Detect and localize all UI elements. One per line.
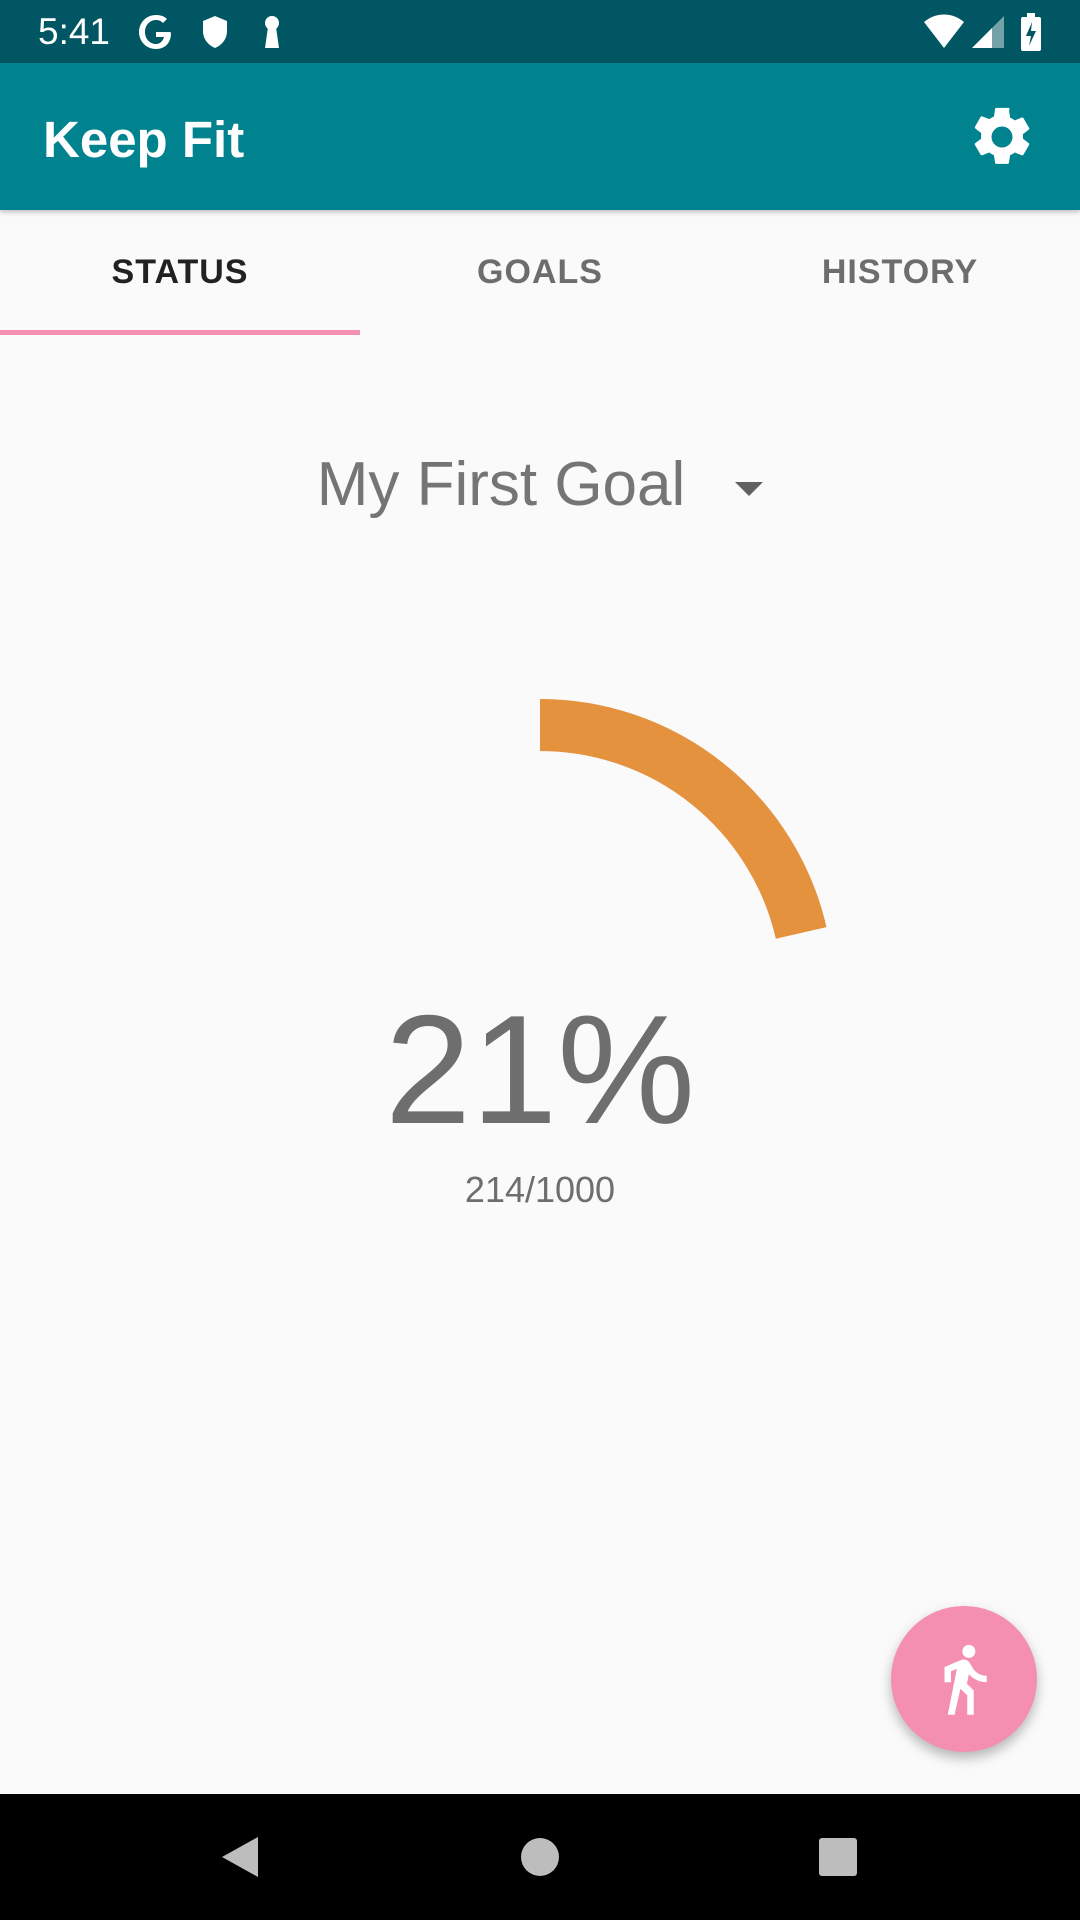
tab-goals[interactable]: GOALS [360,210,720,335]
home-button[interactable] [500,1822,580,1892]
progress-arc [539,699,827,940]
tab-history[interactable]: HISTORY [720,210,1080,335]
progress-percent: 21% [384,983,696,1156]
cell-signal-icon [972,16,1004,48]
battery-charging-icon [1021,13,1041,51]
status-bar: 5:41 [0,0,1080,63]
progress-count: 214/1000 [464,1169,616,1210]
app-title: Keep Fit [43,111,245,168]
log-activity-button[interactable] [891,1606,1037,1752]
tab-status[interactable]: STATUS [0,210,360,335]
status-time: 5:41 [38,11,111,52]
recents-icon [819,1838,857,1876]
google-icon [139,15,171,49]
app-bar: Keep Fit [0,63,1080,210]
navigation-bar [0,1794,1080,1920]
back-button[interactable] [200,1822,280,1892]
walking-person-icon [944,1644,987,1715]
gear-icon [974,107,1030,164]
shield-icon [203,16,227,48]
goal-selector[interactable]: My First Goal [0,440,1080,530]
home-icon [521,1838,559,1876]
recents-button[interactable] [798,1822,878,1892]
keyhole-icon [265,16,279,48]
tab-indicator [0,330,360,335]
settings-button[interactable] [962,97,1042,177]
progress-ring [539,699,827,940]
wifi-icon [924,14,964,48]
dropdown-arrow-icon [735,482,764,496]
tab-bar: STATUS GOALS HISTORY [0,210,1080,335]
goal-selector-label: My First Goal [316,450,686,519]
back-icon [222,1837,258,1877]
